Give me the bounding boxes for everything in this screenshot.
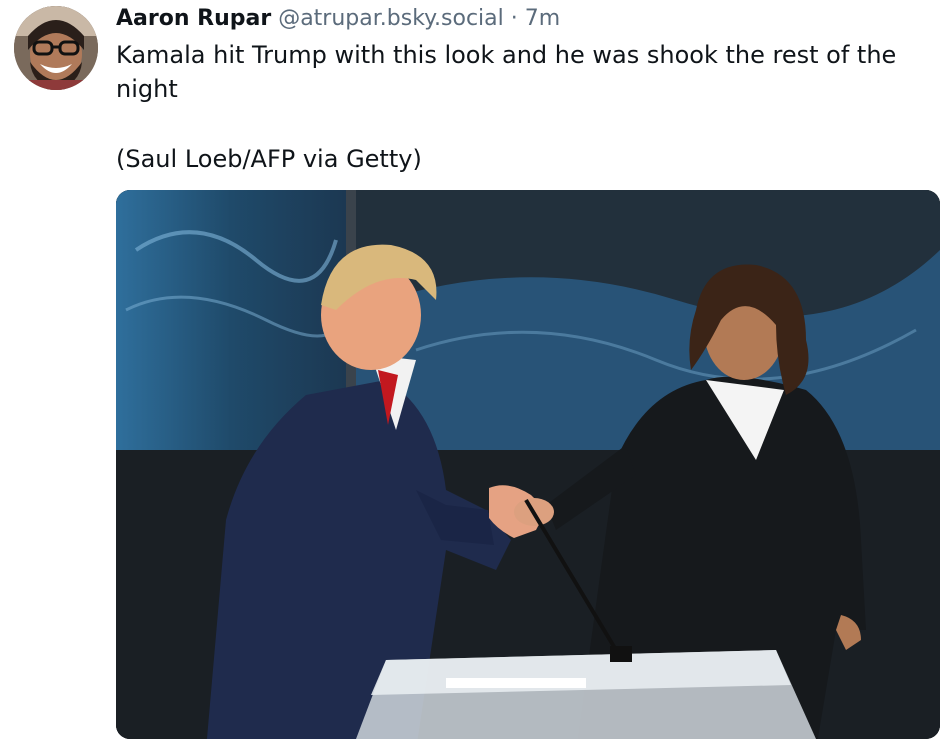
author-handle[interactable]: @atrupar.bsky.social bbox=[278, 6, 504, 31]
author-name[interactable]: Aaron Rupar bbox=[116, 6, 271, 31]
post-text: Kamala hit Trump with this look and he w… bbox=[116, 38, 916, 106]
post-photo[interactable] bbox=[116, 190, 940, 739]
post-timestamp[interactable]: 7m bbox=[525, 6, 560, 31]
avatar-photo bbox=[14, 6, 98, 90]
author-avatar[interactable] bbox=[14, 6, 98, 90]
photo-credit: (Saul Loeb/AFP via Getty) bbox=[116, 145, 422, 173]
photo-icon bbox=[116, 190, 940, 739]
post-text-line: Kamala hit Trump with this look and he w… bbox=[116, 41, 897, 103]
meta-separator: · bbox=[510, 6, 518, 31]
post[interactable]: Aaron Rupar @atrupar.bsky.social · 7m Ka… bbox=[0, 0, 940, 750]
post-header: Aaron Rupar @atrupar.bsky.social · 7m bbox=[116, 4, 560, 34]
